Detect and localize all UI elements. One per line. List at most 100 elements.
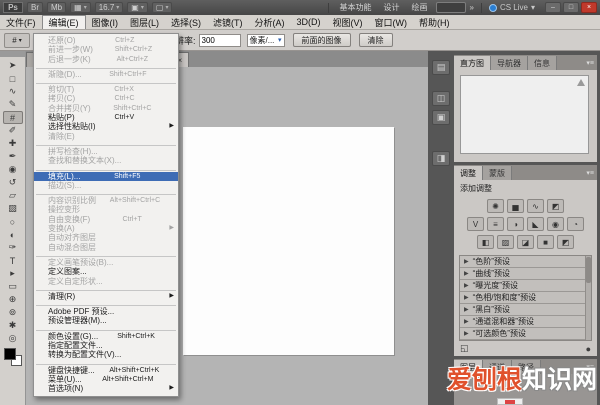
menu-item[interactable]: 拷贝(C) Ctrl+C xyxy=(34,94,178,103)
hand-tool[interactable]: ✱ xyxy=(3,319,23,332)
type-tool[interactable]: T xyxy=(3,254,23,267)
menu-item[interactable]: 定义图案... xyxy=(34,267,178,276)
menu-item[interactable]: 转换为配置文件(V)... xyxy=(34,350,178,359)
clear-button[interactable]: 清除 xyxy=(359,33,393,47)
arrange-documents-button[interactable]: ▣ ▾ xyxy=(127,2,148,13)
preset-list-item[interactable]: ▶ “色相/饱和度”预设 xyxy=(460,292,591,304)
pen-tool[interactable]: ✑ xyxy=(3,241,23,254)
menu-item[interactable]: 前进一步(W) Shift+Ctrl+Z xyxy=(34,45,178,54)
expand-triangle-icon[interactable]: ▶ xyxy=(464,318,469,325)
menu-bar-item[interactable]: 窗口(W) xyxy=(369,15,414,29)
lasso-tool[interactable]: ∿ xyxy=(3,85,23,98)
menu-item[interactable]: 菜单(U)... Alt+Shift+Ctrl+M xyxy=(34,375,178,384)
gradient-tool[interactable]: ▨ xyxy=(3,202,23,215)
vibrance-icon[interactable]: V xyxy=(467,217,484,231)
curves-icon[interactable]: ∿ xyxy=(527,199,544,213)
menu-item[interactable]: 操控变形 xyxy=(34,205,178,214)
gradient-map-icon[interactable]: ■ xyxy=(537,235,554,249)
preset-list-item[interactable]: ▶ “可选颜色”预设 xyxy=(460,328,591,340)
menu-bar-item[interactable]: 图层(L) xyxy=(124,15,165,29)
panel-menu-icon[interactable]: ▾≡ xyxy=(586,59,597,67)
bridge-button[interactable]: Br xyxy=(27,2,43,13)
menu-item[interactable]: 预设管理器(M)... xyxy=(34,316,178,325)
restore-button[interactable]: □ xyxy=(563,2,579,13)
levels-icon[interactable]: ▅ xyxy=(507,199,524,213)
expand-triangle-icon[interactable]: ▶ xyxy=(464,270,469,277)
3d-rotate-tool[interactable]: ⊕ xyxy=(3,293,23,306)
panel-tab[interactable]: 导航器 xyxy=(491,56,528,70)
workspace-button[interactable]: 设计 xyxy=(380,2,404,13)
menu-bar-item[interactable]: 滤镜(T) xyxy=(207,15,249,29)
menu-item[interactable]: 查找和替换文本(X)... xyxy=(34,156,178,165)
expand-triangle-icon[interactable]: ▶ xyxy=(464,330,469,337)
menu-item[interactable]: 首选项(N) ▶ xyxy=(34,384,178,393)
menu-item[interactable]: 颜色设置(G)... Shift+Ctrl+K xyxy=(34,332,178,341)
history-brush-tool[interactable]: ↺ xyxy=(3,176,23,189)
screen-mode-button[interactable]: ▢ ▾ xyxy=(152,2,173,13)
expand-triangle-icon[interactable]: ▶ xyxy=(464,258,469,265)
posterize-icon[interactable]: ▨ xyxy=(497,235,514,249)
expand-triangle-icon[interactable]: ▶ xyxy=(464,306,469,313)
minimize-button[interactable]: – xyxy=(545,2,561,13)
menu-item[interactable]: 还原(O) Ctrl+Z xyxy=(34,36,178,45)
menu-item[interactable]: 渐隐(D)... Shift+Ctrl+F xyxy=(34,70,178,79)
blur-tool[interactable]: ○ xyxy=(3,215,23,228)
menu-bar-item[interactable]: 图像(I) xyxy=(86,15,125,29)
clone-stamp-tool[interactable]: ◉ xyxy=(3,163,23,176)
menu-item[interactable]: 变换(A) ▶ xyxy=(34,224,178,233)
menu-bar-item[interactable]: 视图(V) xyxy=(327,15,369,29)
workspace-overflow-chevron[interactable]: » xyxy=(470,3,474,12)
menu-item[interactable]: 描边(S)... xyxy=(34,181,178,190)
menu-bar-item[interactable]: 帮助(H) xyxy=(413,15,456,29)
preset-list-item[interactable]: ▶ “曲线”预设 xyxy=(460,268,591,280)
dock-panel-icon-2[interactable]: ◫ xyxy=(432,91,450,106)
rectangular-marquee-tool[interactable]: □ xyxy=(3,72,23,85)
cs-live-button[interactable]: CS Live ▾ xyxy=(489,3,535,12)
hue-saturation-icon[interactable]: ≡ xyxy=(487,217,504,231)
scrollbar-thumb[interactable] xyxy=(586,257,591,283)
mini-bridge-button[interactable]: Mb xyxy=(47,2,66,13)
exposure-icon[interactable]: ◩ xyxy=(547,199,564,213)
menu-item[interactable]: 自动对齐图层 xyxy=(34,233,178,242)
front-image-button[interactable]: 前面的图像 xyxy=(293,33,351,47)
menu-item[interactable]: 定义画笔预设(B)... xyxy=(34,258,178,267)
workspace-button[interactable]: 基本功能 xyxy=(336,2,376,13)
menu-bar-item[interactable]: 3D(D) xyxy=(291,15,327,29)
preset-list-item[interactable]: ▶ “色阶”预设 xyxy=(460,256,591,268)
menu-item[interactable]: 定义自定形状... xyxy=(34,277,178,286)
menu-item[interactable]: 合并拷贝(Y) Shift+Ctrl+C xyxy=(34,104,178,113)
menu-bar-item[interactable]: 文件(F) xyxy=(0,15,42,29)
menu-bar-item[interactable]: 分析(A) xyxy=(249,15,291,29)
brush-tool[interactable]: ✒ xyxy=(3,150,23,163)
menu-item[interactable]: 指定配置文件... xyxy=(34,341,178,350)
menu-item[interactable]: 清除(E) xyxy=(34,132,178,141)
path-selection-tool[interactable]: ▸ xyxy=(3,267,23,280)
menu-bar-item[interactable]: 选择(S) xyxy=(165,15,207,29)
panel-tab[interactable]: 直方图 xyxy=(454,56,491,70)
menu-item[interactable]: 拼写检查(H)... xyxy=(34,147,178,156)
preset-list-item[interactable]: ▶ “通道混和器”预设 xyxy=(460,316,591,328)
dock-panel-icon-4[interactable]: ◨ xyxy=(432,151,450,166)
expand-panel-icon[interactable]: ● xyxy=(586,344,591,354)
expand-triangle-icon[interactable]: ▶ xyxy=(464,294,469,301)
menu-item[interactable]: 自动混合图层 xyxy=(34,243,178,252)
dock-panel-icon-3[interactable]: ▣ xyxy=(432,110,450,125)
menu-item[interactable]: 键盘快捷键... Alt+Shift+Ctrl+K xyxy=(34,366,178,375)
threshold-icon[interactable]: ◪ xyxy=(517,235,534,249)
selective-color-icon[interactable]: ◩ xyxy=(557,235,574,249)
zoom-level-button[interactable]: 16.7 ▾ xyxy=(95,2,124,13)
resolution-unit-select[interactable]: 像素/... ▾ xyxy=(247,34,285,47)
dodge-tool[interactable]: ◐ xyxy=(3,228,23,241)
workspace-button[interactable]: 绘画 xyxy=(408,2,432,13)
preset-scrollbar[interactable] xyxy=(585,256,591,340)
zoom-tool[interactable]: ◎ xyxy=(3,332,23,345)
menu-item[interactable]: 自由变换(F) Ctrl+T xyxy=(34,215,178,224)
quick-selection-tool[interactable]: ✎ xyxy=(3,98,23,111)
view-extras-button[interactable]: ▦ ▾ xyxy=(70,2,91,13)
color-balance-icon[interactable]: ◑ xyxy=(507,217,524,231)
eraser-tool[interactable]: ▱ xyxy=(3,189,23,202)
black-white-icon[interactable]: ◣ xyxy=(527,217,544,231)
move-tool[interactable]: ➤ xyxy=(3,59,23,72)
brightness-contrast-icon[interactable]: ✺ xyxy=(487,199,504,213)
panel-tab[interactable]: 蒙版 xyxy=(483,166,512,180)
